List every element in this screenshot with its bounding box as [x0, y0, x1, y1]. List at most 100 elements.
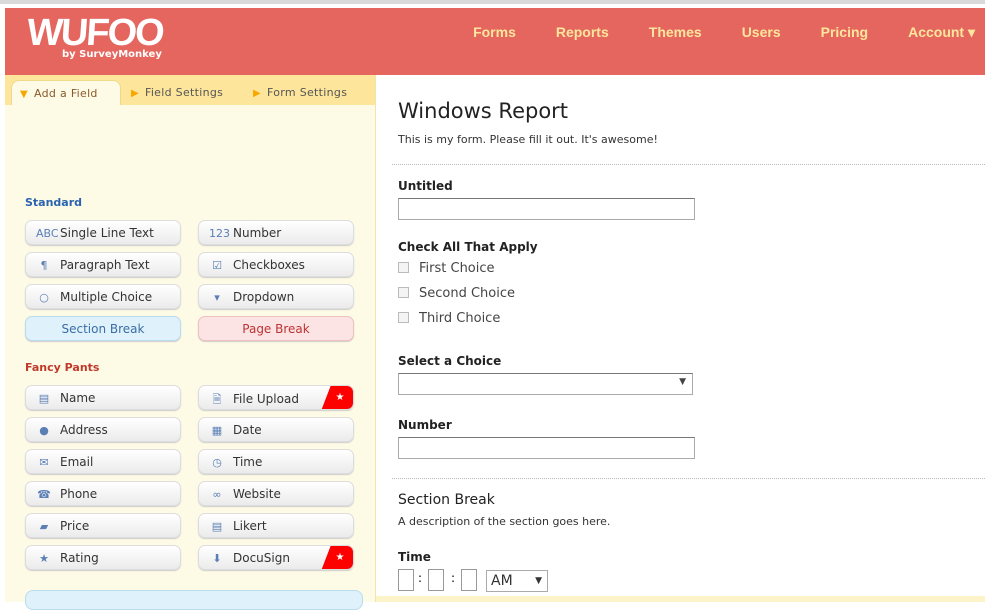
field-button-website[interactable]: ∞ Website: [198, 481, 354, 506]
field-button-number[interactable]: 123 Number: [198, 220, 354, 245]
checkbox-second[interactable]: Second Choice: [398, 286, 515, 301]
field-button-label: Likert: [233, 519, 267, 533]
field-button-phone[interactable]: ☎ Phone: [25, 481, 181, 506]
field-button-label: Number: [233, 226, 282, 240]
field-button-date[interactable]: ▦ Date: [198, 417, 354, 442]
tab-label: Add a Field: [34, 87, 98, 100]
field-button-label: Single Line Text: [60, 226, 154, 240]
likert-icon: ▤: [211, 520, 223, 533]
ampm-value: AM: [491, 573, 513, 589]
dropdown-icon: ▾: [214, 291, 220, 304]
field-button-rating[interactable]: ★ Rating: [25, 545, 181, 570]
nav-account[interactable]: Account ▾: [908, 24, 975, 41]
panel-tabs: ▼ Add a Field ▶ Field Settings ▶ Form Setti…: [5, 75, 375, 105]
tab-add-field[interactable]: ▼ Add a Field: [11, 80, 121, 105]
divider: [392, 478, 985, 479]
radio-icon: ○: [39, 291, 49, 304]
field-button-label: Price: [60, 519, 90, 533]
choice-label: Second Choice: [419, 286, 516, 301]
colon: :: [451, 571, 456, 585]
field-button-label: Date: [233, 423, 262, 437]
header: WUFOO by SurveyMonkey Forms Reports Them…: [5, 8, 985, 75]
section-break-button[interactable]: Section Break: [25, 316, 181, 341]
field-button-price[interactable]: ▰ Price: [25, 513, 181, 538]
select-label: Select a Choice: [398, 354, 502, 368]
ampm-select[interactable]: AM ▼: [486, 570, 548, 592]
tab-label: Form Settings: [267, 86, 348, 99]
field-button-time[interactable]: ◷ Time: [198, 449, 354, 474]
field-button-label: Website: [233, 487, 281, 501]
checkbox-third[interactable]: Third Choice: [398, 311, 500, 326]
paragraph-icon: ¶: [40, 259, 48, 272]
select-dropdown[interactable]: ▼: [398, 373, 693, 395]
field-button-label: Multiple Choice: [60, 290, 153, 304]
section-description: A description of the section goes here.: [398, 515, 611, 528]
field-button-label: Email: [60, 455, 94, 469]
star-icon: ★: [39, 552, 49, 565]
section-title: Section Break: [398, 492, 495, 508]
tab-form-settings[interactable]: ▶ Form Settings: [245, 80, 355, 105]
field-button-single-line-text[interactable]: ABCSingle Line Text: [25, 220, 181, 245]
triangle-right-icon: ▶: [253, 88, 261, 99]
checkbox-first[interactable]: First Choice: [398, 261, 495, 276]
number-icon: 123: [209, 227, 230, 240]
triangle-right-icon: ▶: [131, 88, 139, 99]
premium-star-icon: ★: [321, 386, 353, 409]
standard-heading: Standard: [25, 196, 83, 209]
field-button-label: Time: [233, 455, 263, 469]
chevron-down-icon: ▼: [679, 377, 686, 387]
choice-label: First Choice: [419, 261, 495, 276]
untitled-label: Untitled: [398, 179, 453, 193]
main-nav: Forms Reports Themes Users Pricing Accou…: [433, 24, 975, 41]
logo-subtitle: by SurveyMonkey: [62, 49, 162, 60]
field-panel: ▼ Add a Field ▶ Field Settings ▶ Form Setti…: [5, 75, 376, 610]
nav-themes[interactable]: Themes: [649, 24, 702, 41]
field-button-label: Address: [60, 423, 108, 437]
chevron-down-icon: ▼: [535, 576, 542, 586]
calendar-icon: ▦: [211, 424, 223, 437]
field-button-multiple-choice[interactable]: ○ Multiple Choice: [25, 284, 181, 309]
field-button-file-upload[interactable]: 🗎 File Upload ★: [198, 385, 354, 410]
field-button-name[interactable]: ▤ Name: [25, 385, 181, 410]
envelope-icon: ✉: [39, 456, 49, 469]
field-button-paragraph-text[interactable]: ¶ Paragraph Text: [25, 252, 181, 277]
triangle-down-icon: ▼: [20, 89, 28, 100]
time-label: Time: [398, 550, 431, 564]
nav-reports[interactable]: Reports: [556, 24, 609, 41]
field-button-likert[interactable]: ▤ Likert: [198, 513, 354, 538]
field-button-label: DocuSign: [233, 551, 290, 565]
field-button-docusign[interactable]: ⬇ DocuSign ★: [198, 545, 354, 570]
field-button-label: Dropdown: [233, 290, 295, 304]
checkbox-icon: ☑: [212, 259, 222, 272]
field-button-dropdown[interactable]: ▾ Dropdown: [198, 284, 354, 309]
docusign-icon: ⬇: [212, 552, 222, 565]
premium-star-icon: ★: [321, 546, 353, 569]
page-break-button[interactable]: Page Break: [198, 316, 354, 341]
field-button-address[interactable]: ● Address: [25, 417, 181, 442]
field-button-checkboxes[interactable]: ☑ Checkboxes: [198, 252, 354, 277]
tab-field-settings[interactable]: ▶ Field Settings: [123, 80, 231, 105]
form-description: This is my form. Please fill it out. It'…: [398, 133, 658, 146]
untitled-input[interactable]: [398, 198, 695, 220]
phone-icon: ☎: [37, 488, 51, 501]
nav-forms[interactable]: Forms: [473, 24, 516, 41]
clock-icon: ◷: [212, 456, 222, 469]
globe-icon: ●: [39, 424, 49, 437]
tab-label: Field Settings: [145, 86, 224, 99]
hour-input[interactable]: [398, 569, 414, 591]
file-upload-icon: 🗎: [212, 393, 222, 406]
abc-icon: ABC: [36, 227, 59, 240]
field-button-email[interactable]: ✉ Email: [25, 449, 181, 474]
form-title[interactable]: Windows Report: [398, 99, 568, 123]
number-label: Number: [398, 418, 452, 432]
second-input[interactable]: [461, 569, 477, 591]
nav-pricing[interactable]: Pricing: [821, 24, 868, 41]
field-button-label: Checkboxes: [233, 258, 305, 272]
money-icon: ▰: [39, 520, 49, 533]
nav-users[interactable]: Users: [742, 24, 781, 41]
number-input[interactable]: [398, 437, 695, 459]
minute-input[interactable]: [428, 569, 444, 591]
field-button-label: Phone: [60, 487, 98, 501]
checkbox-group-label: Check All That Apply: [398, 240, 538, 254]
name-card-icon: ▤: [38, 392, 50, 405]
